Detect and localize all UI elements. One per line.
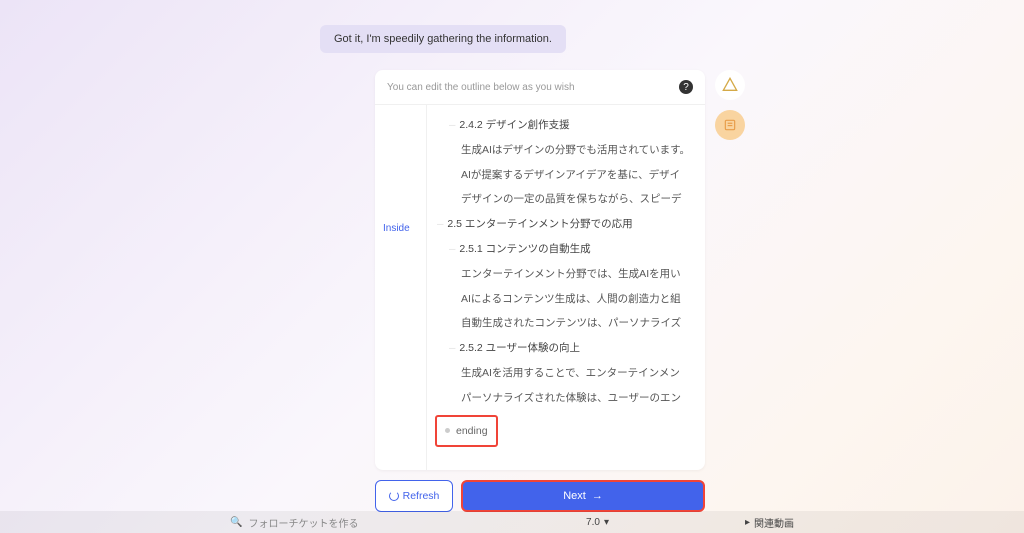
- chevron-down-icon: ▾: [604, 517, 609, 528]
- chat-status-text: Got it, I'm speedily gathering the infor…: [334, 33, 552, 45]
- outline-item[interactable]: 2.5.1 コンテンツの自動生成: [449, 237, 695, 262]
- search-icon[interactable]: 🔍: [230, 517, 242, 528]
- related-videos-link[interactable]: ▸ 関連動画: [745, 515, 794, 530]
- side-toolbar: [715, 70, 745, 140]
- outline-item[interactable]: AIが提案するデザインアイデアを基に、デザイ: [461, 163, 695, 188]
- outline-item[interactable]: パーソナライズされた体験は、ユーザーのエン: [461, 386, 695, 411]
- ending-section[interactable]: ending: [435, 415, 498, 448]
- outline-body: Inside 2.4.2 デザイン創作支援 生成AIはデザインの分野でも活用され…: [375, 105, 705, 470]
- bottom-search-text[interactable]: フォローチケットを作る: [248, 515, 358, 530]
- play-icon: ▸: [745, 517, 750, 528]
- zoom-indicator[interactable]: 7.0 ▾: [586, 517, 609, 528]
- ending-label: ending: [456, 423, 488, 440]
- refresh-button[interactable]: Refresh: [375, 480, 453, 512]
- outline-item[interactable]: 生成AIを活用することで、エンターテインメン: [461, 361, 695, 386]
- outline-panel: You can edit the outline below as you wi…: [375, 70, 705, 470]
- outline-item[interactable]: 生成AIはデザインの分野でも活用されています。: [461, 138, 695, 163]
- help-icon[interactable]: ?: [679, 80, 693, 94]
- warning-hand-icon[interactable]: [715, 70, 745, 100]
- outline-item[interactable]: 2.5.2 ユーザー体験の向上: [449, 336, 695, 361]
- outline-sidebar: Inside: [375, 105, 427, 470]
- next-label: Next: [563, 490, 586, 502]
- refresh-label: Refresh: [403, 490, 440, 502]
- action-buttons: Refresh Next →: [375, 480, 705, 512]
- outline-item[interactable]: 2.4.2 デザイン創作支援: [449, 113, 695, 138]
- notes-icon[interactable]: [715, 110, 745, 140]
- bottom-left: 🔍 フォローチケットを作る: [230, 515, 358, 530]
- outline-item[interactable]: デザインの一定の品質を保ちながら、スピーデ: [461, 187, 695, 212]
- outline-item[interactable]: エンターテインメント分野では、生成AIを用い: [461, 262, 695, 287]
- bottom-right: 7.0 ▾ ▸ 関連動画: [586, 515, 794, 530]
- outline-content[interactable]: 2.4.2 デザイン創作支援 生成AIはデザインの分野でも活用されています。 A…: [427, 105, 705, 470]
- refresh-icon: [389, 491, 399, 501]
- next-button[interactable]: Next →: [461, 480, 705, 512]
- chat-status-bubble: Got it, I'm speedily gathering the infor…: [320, 25, 566, 53]
- panel-header-text: You can edit the outline below as you wi…: [387, 82, 575, 93]
- sidebar-label-inside[interactable]: Inside: [383, 223, 410, 234]
- outline-item[interactable]: 2.5 エンターテインメント分野での応用: [437, 212, 695, 237]
- outline-item[interactable]: AIによるコンテンツ生成は、人間の創造力と組: [461, 287, 695, 312]
- bottom-bar: 🔍 フォローチケットを作る 7.0 ▾ ▸ 関連動画: [0, 511, 1024, 533]
- panel-header: You can edit the outline below as you wi…: [375, 70, 705, 105]
- bullet-icon: [445, 428, 450, 433]
- outline-item[interactable]: 自動生成されたコンテンツは、パーソナライズ: [461, 311, 695, 336]
- arrow-right-icon: →: [592, 490, 603, 502]
